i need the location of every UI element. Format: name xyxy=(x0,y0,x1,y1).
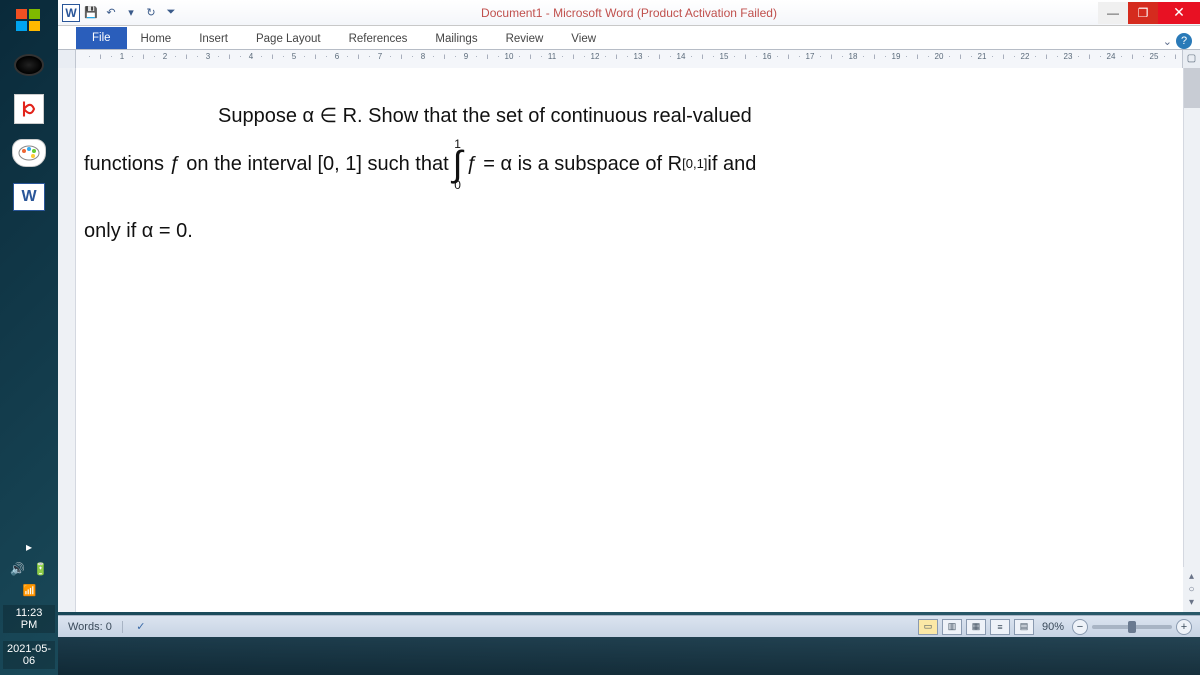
horizontal-ruler[interactable]: ·ı·1·ı·2·ı·3·ı·4·ı·5·ı·6·ı·7·ı·8·ı·9·ı·1… xyxy=(76,50,1182,68)
paint-app-icon[interactable] xyxy=(10,138,48,168)
minimize-button[interactable]: — xyxy=(1098,2,1128,24)
ruler-row: ·ı·1·ı·2·ı·3·ı·4·ı·5·ı·6·ı·7·ı·8·ı·9·ı·1… xyxy=(58,50,1200,68)
cortana-eye-icon[interactable] xyxy=(10,50,48,80)
document-body[interactable]: Suppose α ∈ R. Show that the set of cont… xyxy=(78,94,1180,253)
tab-home[interactable]: Home xyxy=(127,29,186,49)
clock-time[interactable]: 11:23 PM xyxy=(3,605,55,633)
clock-date[interactable]: 2021-05-06 xyxy=(3,641,55,669)
zoom-level[interactable]: 90% xyxy=(1042,621,1064,633)
ribbon-collapse-icon[interactable]: ⌄ xyxy=(1163,35,1172,48)
word-count[interactable]: Words: 0 xyxy=(58,621,123,633)
document-area[interactable]: ▴ ○ ▾ Suppose α ∈ R. Show that the set o… xyxy=(58,68,1200,612)
scrollbar-thumb[interactable] xyxy=(1184,68,1200,108)
object-browse-down-icon[interactable]: ▾ xyxy=(1189,597,1194,608)
integral-icon: ∫ xyxy=(453,150,463,179)
outline-view-button[interactable]: ≡ xyxy=(990,619,1010,635)
sound-icon[interactable]: 🔊 xyxy=(10,562,25,576)
battery-icon[interactable]: 🔋 xyxy=(33,562,48,576)
ruler-end-icon[interactable]: ▢ xyxy=(1182,50,1200,68)
ruler-corner xyxy=(58,50,76,68)
tab-file[interactable]: File xyxy=(76,27,127,49)
close-button[interactable]: ✕ xyxy=(1158,2,1200,24)
zoom-in-button[interactable]: + xyxy=(1176,619,1192,635)
pdf-icon xyxy=(19,99,39,119)
tab-view[interactable]: View xyxy=(557,29,610,49)
text-line-1: Suppose α ∈ R. Show that the set of cont… xyxy=(218,94,1180,138)
print-layout-view-button[interactable]: ▭ xyxy=(918,619,938,635)
object-browse-up-icon[interactable]: ▴ xyxy=(1189,571,1194,582)
ribbon-tabs: File Home Insert Page Layout References … xyxy=(58,26,1200,50)
status-bar: Words: 0 ✓ ▭ ▥ ▦ ≡ ▤ 90% − + xyxy=(58,615,1200,637)
desktop-strip xyxy=(58,637,1200,675)
zoom-slider[interactable] xyxy=(1092,625,1172,629)
window-title: Document1 - Microsoft Word (Product Acti… xyxy=(481,6,777,20)
acrobat-app-icon[interactable] xyxy=(10,94,48,124)
text-line-2: functions ƒ on the interval [0, 1] such … xyxy=(84,138,1180,191)
undo-button[interactable]: ↶ xyxy=(102,4,120,22)
zoom-out-button[interactable]: − xyxy=(1072,619,1088,635)
word-app-icon[interactable]: W xyxy=(10,182,48,212)
tab-insert[interactable]: Insert xyxy=(185,29,242,49)
network-signal-icon[interactable]: 📶 xyxy=(23,584,36,597)
start-button[interactable] xyxy=(10,6,48,36)
palette-icon xyxy=(18,145,40,161)
taskbar-system-tray: ▸ 🔊 🔋 📶 11:23 PM 2021-05-06 xyxy=(0,540,58,669)
tab-mailings[interactable]: Mailings xyxy=(421,29,491,49)
undo-dropdown[interactable]: ▾ xyxy=(122,4,140,22)
tab-page-layout[interactable]: Page Layout xyxy=(242,29,335,49)
qat-customize[interactable]: ⏷ xyxy=(162,4,180,22)
title-bar: W 💾 ↶ ▾ ↻ ⏷ Document1 - Microsoft Word (… xyxy=(58,0,1200,26)
draft-view-button[interactable]: ▤ xyxy=(1014,619,1034,635)
full-screen-reading-button[interactable]: ▥ xyxy=(942,619,962,635)
help-button[interactable]: ? xyxy=(1176,33,1192,49)
web-layout-view-button[interactable]: ▦ xyxy=(966,619,986,635)
tab-references[interactable]: References xyxy=(335,29,422,49)
zoom-slider-handle[interactable] xyxy=(1128,621,1136,633)
object-browse-select-icon[interactable]: ○ xyxy=(1188,584,1194,595)
maximize-button[interactable]: ❐ xyxy=(1128,2,1158,24)
spellcheck-icon[interactable]: ✓ xyxy=(129,619,153,635)
save-button[interactable]: 💾 xyxy=(82,4,100,22)
text-line-3: only if α = 0. xyxy=(84,209,1180,253)
tray-expand-icon[interactable]: ▸ xyxy=(26,540,32,554)
vertical-ruler[interactable] xyxy=(58,68,76,612)
windows-logo-icon xyxy=(14,6,44,36)
word-window: W 💾 ↶ ▾ ↻ ⏷ Document1 - Microsoft Word (… xyxy=(58,0,1200,612)
tab-review[interactable]: Review xyxy=(492,29,558,49)
vertical-scrollbar[interactable]: ▴ ○ ▾ xyxy=(1183,68,1200,612)
word-logo-icon[interactable]: W xyxy=(62,4,80,22)
redo-button[interactable]: ↻ xyxy=(142,4,160,22)
